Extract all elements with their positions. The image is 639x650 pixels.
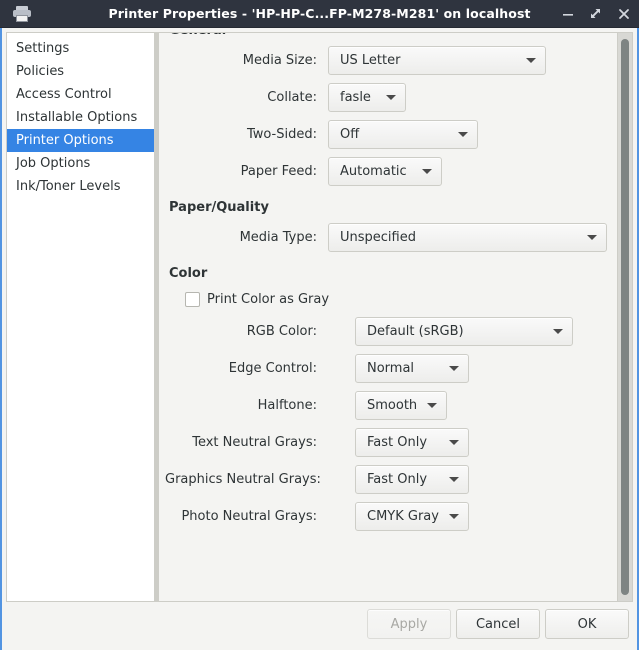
chevron-down-icon [587, 235, 597, 240]
combo-media-type[interactable]: Unspecified [328, 223, 607, 252]
row-text-neutral-grays: Text Neutral Grays: Fast Only [165, 424, 607, 461]
row-media-size: Media Size: US Letter [165, 42, 607, 79]
sidebar-item-job-options[interactable]: Job Options [7, 152, 154, 175]
label-graphics-neutral-grays: Graphics Neutral Grays: [165, 472, 328, 487]
sidebar-item-policies[interactable]: Policies [7, 60, 154, 83]
row-graphics-neutral-grays: Graphics Neutral Grays: Fast Only [165, 461, 607, 498]
sidebar-item-ink-toner-levels[interactable]: Ink/Toner Levels [7, 175, 154, 198]
sidebar-item-access-control[interactable]: Access Control [7, 83, 154, 106]
chevron-down-icon [526, 58, 536, 63]
combo-edge-control-value: Normal [367, 361, 439, 376]
combo-collate[interactable]: fasle [328, 83, 406, 112]
row-collate: Collate: fasle [165, 79, 607, 116]
label-photo-neutral-grays: Photo Neutral Grays: [165, 509, 328, 524]
combo-graphics-neutral-grays-value: Fast Only [367, 472, 439, 487]
label-edge-control: Edge Control: [165, 361, 328, 376]
combo-media-size-value: US Letter [340, 53, 516, 68]
combo-photo-neutral-grays[interactable]: CMYK Gray [355, 502, 469, 531]
combo-halftone-value: Smooth [367, 398, 417, 413]
close-icon[interactable] [617, 7, 631, 21]
label-halftone: Halftone: [165, 398, 328, 413]
label-media-size: Media Size: [165, 53, 328, 68]
label-media-type: Media Type: [165, 230, 328, 245]
combo-edge-control[interactable]: Normal [355, 354, 469, 383]
chevron-down-icon [449, 366, 459, 371]
checkbox-print-color-as-gray[interactable] [185, 292, 200, 307]
sidebar-item-printer-options[interactable]: Printer Options [7, 129, 154, 152]
window-body: Settings Policies Access Control Install… [2, 28, 637, 650]
combo-paper-feed-value: Automatic [340, 164, 412, 179]
combo-media-size[interactable]: US Letter [328, 46, 546, 75]
sidebar-item-settings[interactable]: Settings [7, 37, 154, 60]
label-paper-feed: Paper Feed: [165, 164, 328, 179]
chevron-down-icon [449, 440, 459, 445]
label-collate: Collate: [165, 90, 328, 105]
minimize-icon[interactable] [561, 7, 575, 21]
combo-halftone[interactable]: Smooth [355, 391, 447, 420]
options-scroll-area: General Media Size: US Letter Collate: [159, 33, 617, 601]
sidebar: Settings Policies Access Control Install… [6, 32, 154, 602]
section-heading-paper-quality: Paper/Quality [169, 200, 607, 215]
label-text-neutral-grays: Text Neutral Grays: [165, 435, 328, 450]
combo-rgb-color-value: Default (sRGB) [367, 324, 543, 339]
combo-photo-neutral-grays-value: CMYK Gray [367, 509, 439, 524]
window-title: Printer Properties - 'HP-HP-C...FP-M278-… [0, 0, 639, 28]
label-two-sided: Two-Sided: [165, 127, 328, 142]
row-photo-neutral-grays: Photo Neutral Grays: CMYK Gray [165, 498, 607, 535]
apply-button[interactable]: Apply [367, 609, 451, 639]
row-halftone: Halftone: Smooth [165, 387, 607, 424]
vertical-scrollbar[interactable] [617, 33, 632, 601]
row-two-sided: Two-Sided: Off [165, 116, 607, 153]
window-controls [561, 0, 631, 28]
dialog-footer: Apply Cancel OK [2, 602, 637, 650]
combo-collate-value: fasle [340, 90, 376, 105]
section-heading-color: Color [169, 266, 607, 281]
row-print-color-as-gray[interactable]: Print Color as Gray [165, 285, 607, 313]
row-rgb-color: RGB Color: Default (sRGB) [165, 313, 607, 350]
combo-media-type-value: Unspecified [340, 230, 577, 245]
chevron-down-icon [458, 132, 468, 137]
combo-graphics-neutral-grays[interactable]: Fast Only [355, 465, 469, 494]
cancel-button[interactable]: Cancel [456, 609, 540, 639]
section-heading-general: General [169, 33, 607, 38]
vertical-scrollbar-thumb[interactable] [621, 39, 629, 595]
printer-icon [13, 5, 31, 23]
label-print-color-as-gray: Print Color as Gray [207, 292, 329, 307]
row-media-type: Media Type: Unspecified [165, 219, 607, 256]
chevron-down-icon [386, 95, 396, 100]
row-paper-feed: Paper Feed: Automatic [165, 153, 607, 190]
chevron-down-icon [553, 329, 563, 334]
row-edge-control: Edge Control: Normal [165, 350, 607, 387]
maximize-icon[interactable] [589, 7, 603, 21]
chevron-down-icon [427, 403, 437, 408]
chevron-down-icon [449, 477, 459, 482]
chevron-down-icon [449, 514, 459, 519]
ok-button[interactable]: OK [545, 609, 629, 639]
label-rgb-color: RGB Color: [165, 324, 328, 339]
combo-rgb-color[interactable]: Default (sRGB) [355, 317, 573, 346]
combo-text-neutral-grays-value: Fast Only [367, 435, 439, 450]
sidebar-item-installable-options[interactable]: Installable Options [7, 106, 154, 129]
combo-two-sided[interactable]: Off [328, 120, 478, 149]
chevron-down-icon [422, 169, 432, 174]
titlebar[interactable]: Printer Properties - 'HP-HP-C...FP-M278-… [0, 0, 639, 28]
combo-text-neutral-grays[interactable]: Fast Only [355, 428, 469, 457]
content-pane: General Media Size: US Letter Collate: [159, 32, 633, 602]
panes: Settings Policies Access Control Install… [2, 28, 637, 602]
combo-two-sided-value: Off [340, 127, 448, 142]
printer-properties-window: Printer Properties - 'HP-HP-C...FP-M278-… [0, 0, 639, 650]
combo-paper-feed[interactable]: Automatic [328, 157, 442, 186]
